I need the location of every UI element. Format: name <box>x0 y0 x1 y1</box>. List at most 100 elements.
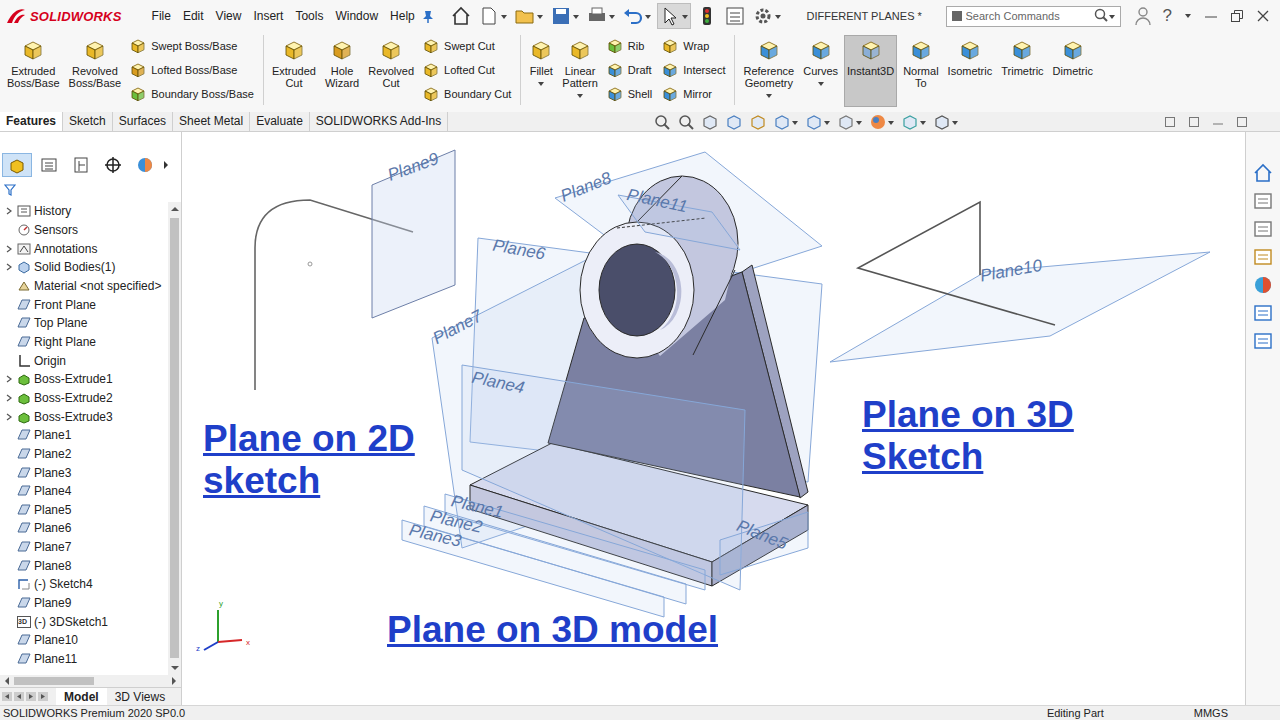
tree-item[interactable]: Plane8 <box>4 556 168 575</box>
ribbon-button[interactable]: Revolved Boss/Base <box>66 35 125 107</box>
ribbon-small-button[interactable]: Boundary Cut <box>422 85 511 103</box>
pin-icon[interactable] <box>421 9 435 23</box>
manager-tab[interactable] <box>98 153 128 177</box>
ribbon-button[interactable]: Normal To <box>900 35 941 107</box>
tree-item[interactable]: Plane2 <box>4 445 168 464</box>
tree-item[interactable]: Boss-Extrude1 <box>4 370 168 389</box>
ribbon-button[interactable]: Extruded Cut <box>269 35 319 107</box>
dropdown-caret[interactable] <box>766 94 772 98</box>
dropdown-caret[interactable] <box>538 82 544 86</box>
plane-10[interactable] <box>830 252 1210 362</box>
tree-item[interactable]: Boss-Extrude2 <box>4 389 168 408</box>
tree-item[interactable]: Solid Bodies(1) <box>4 258 168 277</box>
new-document-button[interactable] <box>477 3 509 29</box>
file-explorer-icon[interactable] <box>1252 218 1274 240</box>
3dsketch-lines[interactable] <box>858 202 1055 325</box>
model-tab[interactable]: Model <box>56 688 107 705</box>
display-style-icon[interactable] <box>805 113 831 131</box>
scroll-thumb[interactable] <box>14 677 94 685</box>
tree-item[interactable]: Annotations <box>4 239 168 258</box>
ribbon-button[interactable]: Revolved Cut <box>365 35 417 107</box>
appearances-icon[interactable] <box>1252 274 1274 296</box>
tree-item[interactable]: (-) Sketch4 <box>4 575 168 594</box>
expand-arrow-icon[interactable] <box>6 207 12 215</box>
ribbon-button[interactable]: Linear Pattern <box>559 35 600 107</box>
ribbon-button[interactable]: Trimetric <box>998 35 1046 107</box>
help-button[interactable]: ? <box>1163 6 1172 26</box>
dropdown-caret[interactable] <box>577 94 583 98</box>
menu-item[interactable]: Window <box>329 9 384 23</box>
popout-icon[interactable] <box>1188 116 1200 128</box>
save-icon[interactable] <box>550 5 580 27</box>
menu-item[interactable]: Insert <box>247 9 289 23</box>
ribbon-small-button[interactable]: Draft <box>606 61 652 79</box>
view-settings-icon[interactable] <box>933 113 959 131</box>
menu-item[interactable]: File <box>146 9 177 23</box>
open-folder-icon[interactable] <box>514 5 544 27</box>
manager-tab[interactable] <box>34 153 64 177</box>
scroll-right-icon[interactable] <box>171 677 177 685</box>
ribbon-button[interactable]: Reference Geometry <box>740 35 797 107</box>
ribbon-button[interactable]: Hole Wizard <box>322 35 362 107</box>
plane-label[interactable]: Plane10 <box>979 256 1044 286</box>
plane-label[interactable]: Plane3 <box>407 520 463 551</box>
undo-button[interactable] <box>621 3 653 29</box>
restore-icon[interactable] <box>1230 9 1244 23</box>
view-palette-icon[interactable] <box>1252 246 1274 268</box>
expand-arrow-icon[interactable] <box>6 394 12 402</box>
tree-item[interactable]: Right Plane <box>4 333 168 352</box>
rebuild-traffic-light-icon[interactable] <box>696 5 718 27</box>
plane-5[interactable] <box>720 512 808 575</box>
expand-toggle[interactable] <box>4 413 14 421</box>
edit-appearance-icon[interactable] <box>869 113 895 131</box>
ribbon-small-button[interactable]: Swept Cut <box>422 37 511 55</box>
tree-item[interactable]: History <box>4 202 168 221</box>
rebuild-traffic-light-button[interactable] <box>695 3 719 29</box>
command-tab[interactable]: Evaluate <box>250 112 310 131</box>
tree-item[interactable]: Sensors <box>4 221 168 240</box>
expand-toggle[interactable] <box>4 245 14 253</box>
home-button[interactable] <box>449 3 473 29</box>
command-tab[interactable]: Sketch <box>63 112 113 131</box>
ribbon-small-button[interactable]: Swept Boss/Base <box>129 37 254 55</box>
expand-toggle[interactable] <box>4 263 14 271</box>
plane-label[interactable]: Plane11 <box>625 185 689 216</box>
manager-tab[interactable] <box>130 153 160 177</box>
options-gear-button[interactable] <box>751 3 783 29</box>
plane-label[interactable]: Plane7 <box>430 306 486 348</box>
tile-icon[interactable] <box>1164 116 1176 128</box>
tree-item[interactable]: Plane6 <box>4 519 168 538</box>
apply-scene-icon[interactable] <box>901 113 927 131</box>
ribbon-small-button[interactable]: Intersect <box>661 61 725 79</box>
minimize-icon[interactable] <box>1204 9 1218 23</box>
tree-item[interactable]: 3D(-) 3DSketch1 <box>4 612 168 631</box>
menu-item[interactable]: View <box>210 9 248 23</box>
plane-label[interactable]: Plane6 <box>491 236 547 264</box>
expand-arrow-icon[interactable] <box>6 245 12 253</box>
scroll-thumb[interactable] <box>170 218 179 658</box>
expand-toggle[interactable] <box>4 394 14 402</box>
manager-tab[interactable] <box>2 153 32 177</box>
previous-view-icon[interactable] <box>701 113 719 131</box>
ribbon-small-button[interactable]: Lofted Cut <box>422 61 511 79</box>
tree-item[interactable]: Plane4 <box>4 482 168 501</box>
menu-item[interactable]: Edit <box>177 9 210 23</box>
zoom-to-fit-icon[interactable] <box>653 113 671 131</box>
tree-item[interactable]: Plane7 <box>4 538 168 557</box>
horizontal-scrollbar[interactable] <box>0 675 181 687</box>
ribbon-small-button[interactable]: Lofted Boss/Base <box>129 61 254 79</box>
dynamic-annotation-icon[interactable] <box>749 113 767 131</box>
command-tab[interactable]: Surfaces <box>113 112 173 131</box>
expand-toggle[interactable] <box>4 207 14 215</box>
model-tab[interactable]: 3D Views <box>107 688 173 705</box>
plane-label[interactable]: Plane9 <box>385 149 442 185</box>
tree-item[interactable]: Plane1 <box>4 426 168 445</box>
tree-item[interactable]: Top Plane <box>4 314 168 333</box>
ribbon-button[interactable]: Instant3D <box>844 35 897 107</box>
tab-navigation-icon[interactable] <box>0 688 56 704</box>
expand-toggle[interactable] <box>4 375 14 383</box>
command-tab[interactable]: SOLIDWORKS Add-Ins <box>310 112 448 131</box>
search-input[interactable] <box>966 10 1091 22</box>
file-properties-button[interactable] <box>723 3 747 29</box>
ribbon-button[interactable]: Curves <box>800 35 841 107</box>
